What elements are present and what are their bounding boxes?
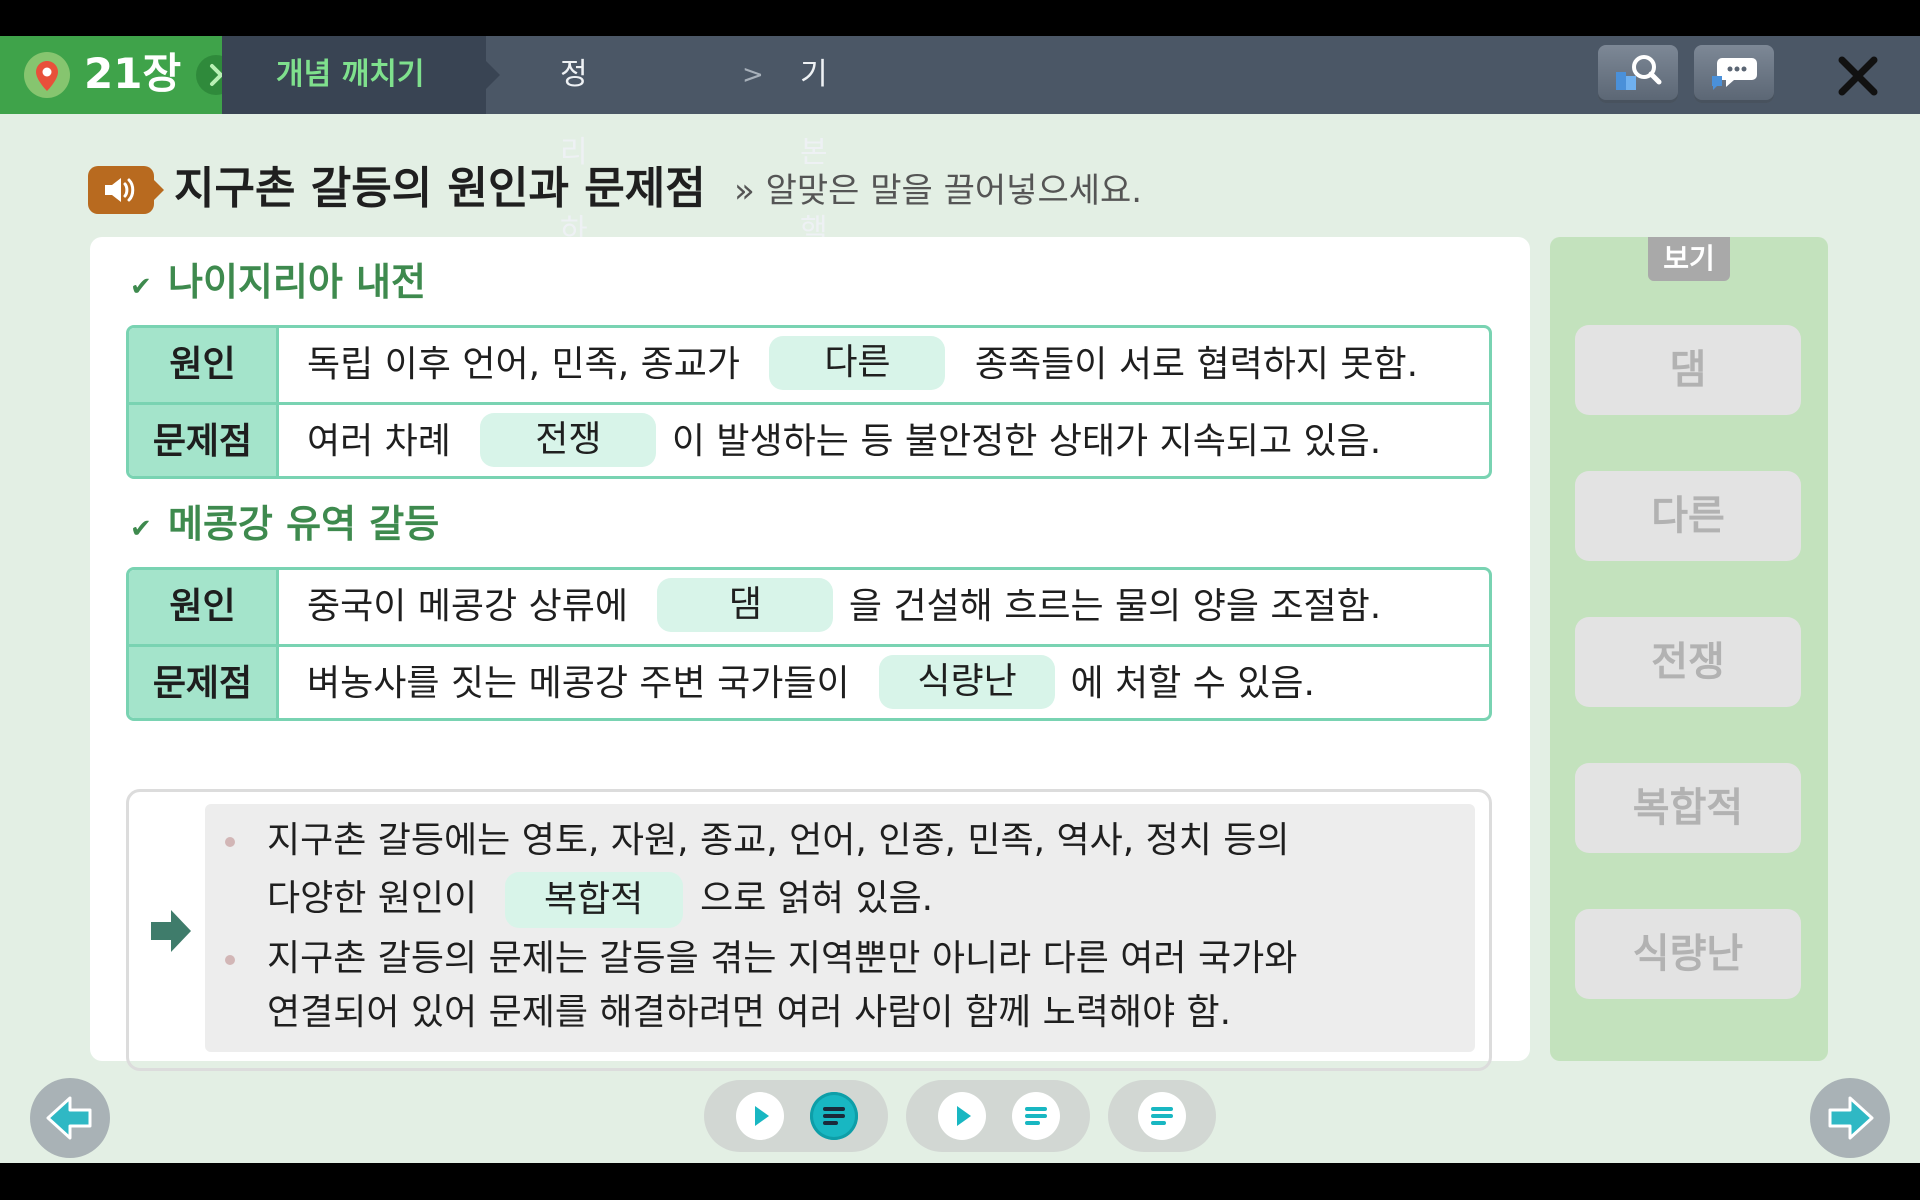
next-page-button[interactable] xyxy=(1810,1078,1890,1158)
chat-button[interactable] xyxy=(1694,45,1774,103)
top-bar: 21장 개념 깨치기 정리하기 > 기본핵심문제 xyxy=(0,36,1920,482)
check-icon: ✔ xyxy=(130,272,152,302)
page-title: 지구촌 갈등의 원인과 문제점 xyxy=(174,163,706,214)
table-row: 문제점 벼농사를 짓는 메콩강 주변 국가들이 식량난 에 처할 수 있음. xyxy=(129,644,1489,718)
row-header: 원인 xyxy=(129,570,279,644)
script-button[interactable] xyxy=(1138,1092,1186,1140)
play-icon xyxy=(755,1106,769,1126)
close-icon xyxy=(1838,56,1878,96)
chapter-label: 21장 xyxy=(84,49,182,98)
summary-bullet: 지구촌 갈등의 문제는 갈등을 겪는 지역뿐만 아니라 다른 여러 국가와 연결… xyxy=(225,932,1465,1040)
play-button[interactable] xyxy=(736,1092,784,1140)
bullet-line: 지구촌 갈등에는 영토, 자원, 종교, 언어, 인종, 민족, 역사, 정치 … xyxy=(267,820,1290,861)
tab-separator-icon: > xyxy=(742,60,764,90)
instruction-text: » 알맞은 말을 끌어넣으세요. xyxy=(734,171,1143,211)
bullet-line: 다양한 원인이 복합적 으로 얽혀 있음. xyxy=(225,872,1465,928)
word-bank-panel: 보기 댐 다른 전쟁 복합적 식량난 xyxy=(1550,237,1828,1061)
control-group xyxy=(704,1080,888,1152)
tab-label: 정리하기 xyxy=(560,57,588,326)
control-group xyxy=(906,1080,1090,1152)
word-option[interactable]: 다른 xyxy=(1575,471,1801,561)
row-content: 중국이 메콩강 상류에 댐 을 건설해 흐르는 물의 양을 조절함. xyxy=(279,570,1489,644)
word-bank-label: 보기 xyxy=(1648,237,1730,281)
check-icon: ✔ xyxy=(130,514,152,544)
arrow-right-icon xyxy=(1828,1096,1874,1140)
section-title: ✔ 나이지리아 내전 xyxy=(130,257,426,312)
section-title-text: 나이지리아 내전 xyxy=(168,260,426,304)
summary-box: 지구촌 갈등에는 영토, 자원, 종교, 언어, 인종, 민족, 역사, 정치 … xyxy=(126,789,1492,1071)
tab-label: 개념 깨치기 xyxy=(276,57,425,92)
arrow-left-icon xyxy=(46,1096,92,1140)
row-header: 문제점 xyxy=(129,647,279,718)
row-header: 문제점 xyxy=(129,405,279,476)
script-icon xyxy=(823,1107,845,1125)
arrow-right-icon xyxy=(151,910,191,952)
tab-concept[interactable]: 개념 깨치기 xyxy=(222,36,500,114)
table-row: 원인 독립 이후 언어, 민족, 종교가 다른 종족들이 서로 협력하지 못함. xyxy=(129,328,1489,402)
chapter-area: 21장 xyxy=(0,36,236,114)
row-text: 종족들이 서로 협력하지 못함. xyxy=(974,344,1419,385)
summary-bullet: 지구촌 갈등에는 영토, 자원, 종교, 언어, 인종, 민족, 역사, 정치 … xyxy=(225,814,1465,928)
row-text: 이 발생하는 등 불안정한 상태가 지속되고 있음. xyxy=(671,421,1382,462)
row-content: 독립 이후 언어, 민족, 종교가 다른 종족들이 서로 협력하지 못함. xyxy=(279,328,1489,402)
tab-label: 기본핵심문제 xyxy=(800,57,828,482)
answer-blank[interactable]: 다른 xyxy=(769,336,946,390)
row-text: 벼농사를 짓는 메콩강 주변 국가들이 xyxy=(307,663,850,704)
answer-blank[interactable]: 식량난 xyxy=(879,655,1056,709)
chat-icon xyxy=(1712,58,1757,90)
bullet-dot xyxy=(225,837,235,847)
cause-problem-table: 원인 독립 이후 언어, 민족, 종교가 다른 종족들이 서로 협력하지 못함.… xyxy=(126,325,1492,479)
bullet-line: 지구촌 갈등의 문제는 갈등을 겪는 지역뿐만 아니라 다른 여러 국가와 xyxy=(267,938,1298,979)
row-text: 을 건설해 흐르는 물의 양을 조절함. xyxy=(848,586,1382,627)
row-text: 독립 이후 언어, 민족, 종교가 xyxy=(307,344,740,385)
row-header: 원인 xyxy=(129,328,279,402)
row-content: 여러 차례 전쟁 이 발생하는 등 불안정한 상태가 지속되고 있음. xyxy=(279,405,1489,476)
answer-blank[interactable]: 전쟁 xyxy=(480,413,657,467)
content-card: ✔ 나이지리아 내전 원인 독립 이후 언어, 민족, 종교가 다른 종족들이 서… xyxy=(90,237,1530,1071)
word-option[interactable]: 복합적 xyxy=(1575,763,1801,853)
row-content: 벼농사를 짓는 메콩강 주변 국가들이 식량난 에 처할 수 있음. xyxy=(279,647,1489,718)
control-group xyxy=(1108,1080,1216,1152)
previous-page-button[interactable] xyxy=(30,1078,110,1158)
script-button[interactable] xyxy=(1012,1092,1060,1140)
word-option[interactable]: 식량난 xyxy=(1575,909,1801,999)
bullet-text: 으로 얽혀 있음. xyxy=(700,878,934,919)
play-icon xyxy=(957,1106,971,1126)
speaker-icon xyxy=(105,178,135,202)
bullet-dot xyxy=(225,955,235,965)
word-option[interactable]: 전쟁 xyxy=(1575,617,1801,707)
word-option[interactable]: 댐 xyxy=(1575,325,1801,415)
cause-problem-table: 원인 중국이 메콩강 상류에 댐 을 건설해 흐르는 물의 양을 조절함. 문제… xyxy=(126,567,1492,721)
row-text: 중국이 메콩강 상류에 xyxy=(307,586,628,627)
script-icon xyxy=(1025,1107,1047,1125)
answer-blank[interactable]: 복합적 xyxy=(504,872,683,928)
close-button[interactable] xyxy=(1832,50,1884,102)
summary-content: 지구촌 갈등에는 영토, 자원, 종교, 언어, 인종, 민족, 역사, 정치 … xyxy=(205,804,1475,1052)
row-text: 여러 차례 xyxy=(307,421,451,462)
audio-button[interactable] xyxy=(88,166,164,214)
table-row: 문제점 여러 차례 전쟁 이 발생하는 등 불안정한 상태가 지속되고 있음. xyxy=(129,402,1489,476)
location-icon xyxy=(24,52,70,98)
search-icon xyxy=(1616,55,1662,90)
play-button[interactable] xyxy=(938,1092,986,1140)
section-title: ✔ 메콩강 유역 갈등 xyxy=(130,499,439,554)
section-title-text: 메콩강 유역 갈등 xyxy=(168,502,440,546)
script-icon xyxy=(1151,1107,1173,1125)
table-row: 원인 중국이 메콩강 상류에 댐 을 건설해 흐르는 물의 양을 조절함. xyxy=(129,570,1489,644)
script-button[interactable] xyxy=(810,1092,858,1140)
bullet-text: 다양한 원인이 xyxy=(267,878,478,919)
bullet-line: 연결되어 있어 문제를 해결하려면 여러 사람이 함께 노력해야 함. xyxy=(267,992,1232,1033)
row-text: 에 처할 수 있음. xyxy=(1070,663,1315,704)
lesson-screen: 21장 개념 깨치기 정리하기 > 기본핵심문제 xyxy=(0,36,1920,1163)
dictionary-search-button[interactable] xyxy=(1598,45,1678,103)
answer-blank[interactable]: 댐 xyxy=(657,578,834,632)
